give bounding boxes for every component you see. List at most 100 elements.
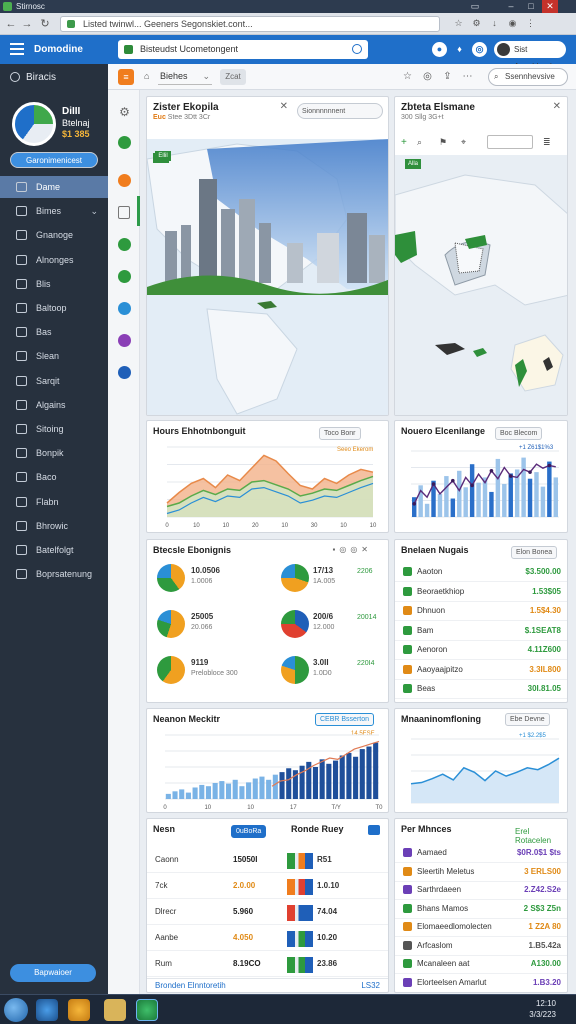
document-icon[interactable]	[118, 206, 130, 219]
active-app-icon[interactable]	[136, 999, 158, 1021]
sidebar-item[interactable]: Bimes ⌄	[0, 200, 108, 222]
sidebar-item[interactable]: Alnonges	[0, 249, 108, 271]
gear-icon[interactable]: ⚙	[118, 106, 131, 119]
sidebar-item[interactable]: Baltoop	[0, 297, 108, 319]
home-icon[interactable]: ⌂	[144, 71, 149, 81]
refresh-icon[interactable]: ↻	[38, 17, 52, 31]
pie-chart[interactable]	[281, 610, 309, 638]
file-app-icon[interactable]	[104, 999, 126, 1021]
sidebar-item[interactable]: Bhrowic	[0, 515, 108, 537]
view-toggle[interactable]	[487, 135, 533, 149]
list-item[interactable]: Elorteelsen Amarlut 1.B3.20	[395, 973, 567, 992]
panel-chip[interactable]: 0uBoRa	[231, 825, 267, 838]
rail-dot-green-icon[interactable]	[118, 270, 131, 283]
table-row[interactable]: Caonn 15050I R51	[147, 849, 388, 873]
area-chart[interactable]: 0 10 10 20 10 30 10 10	[153, 441, 381, 529]
panel-action-button[interactable]: Elon Bonea	[511, 546, 558, 559]
more-icon[interactable]: ⋯	[462, 71, 473, 82]
list-item[interactable]: Beas 30I.81.05	[395, 679, 567, 699]
table-row[interactable]: 7ck 2.0.00 1.0.10	[147, 875, 388, 899]
rail-dot-navy-icon[interactable]	[118, 366, 131, 379]
sidebar-item[interactable]: Bonpik	[0, 442, 108, 464]
list-item[interactable]: Aenoron 4.11Z600	[395, 640, 567, 660]
rail-dot-blue-icon[interactable]	[118, 302, 131, 315]
calendar-icon[interactable]	[368, 825, 380, 835]
bar-line-chart[interactable]	[401, 441, 563, 529]
sidebar-item[interactable]: Flabn	[0, 491, 108, 513]
table-footer-link[interactable]: Bronden Elnntoretih	[155, 981, 226, 990]
sidebar-item[interactable]: Bas	[0, 321, 108, 343]
sidebar-item[interactable]: Sitoing	[0, 418, 108, 440]
sidebar-item[interactable]: Batelfolgt	[0, 539, 108, 561]
list-item[interactable]: Beoraetkhiop 1.53$05	[395, 582, 567, 602]
line-chart[interactable]	[401, 731, 563, 811]
list-item[interactable]: Mcanaleen aat A130.00	[395, 954, 567, 974]
help-icon[interactable]: ♦	[452, 42, 467, 57]
start-button[interactable]	[4, 998, 28, 1022]
address-bar[interactable]: Listed twinwl... Geeners Segonskiet.cont…	[60, 16, 440, 32]
rail-dot-orange-icon[interactable]	[118, 174, 131, 187]
list-item[interactable]: Bhans Mamos 2 S$3 Z5n	[395, 899, 567, 919]
sidebar-item[interactable]: Dame	[0, 176, 108, 198]
panel-icons[interactable]: ▪◎◎✕	[333, 545, 373, 554]
minimize-button[interactable]: –	[504, 0, 518, 13]
grey-button[interactable]: Zcat	[220, 69, 246, 85]
table-footer-right[interactable]: LS32	[361, 981, 380, 990]
sidebar-item[interactable]: Blis	[0, 273, 108, 295]
list-item[interactable]: Bam $.1SEAT8	[395, 621, 567, 641]
profile-button[interactable]: Garonimenicest	[10, 152, 98, 168]
pie-chart[interactable]	[157, 656, 185, 684]
list-item[interactable]: Aaoyaajpitzo 3.3IL800	[395, 660, 567, 680]
add-icon[interactable]: +	[401, 137, 407, 148]
panel-action-button[interactable]: CEBR Bsserton	[315, 713, 375, 726]
hamburger-icon[interactable]	[10, 43, 24, 55]
pie-chart[interactable]	[157, 610, 185, 638]
table-row[interactable]: Rum 8.19CO 23.86	[147, 953, 388, 977]
sidebar-item[interactable]: Algains	[0, 394, 108, 416]
world-map[interactable]	[395, 155, 567, 415]
close-button[interactable]: ✕	[542, 0, 558, 13]
window-tab-icon[interactable]: ▭	[468, 0, 482, 13]
profile-icon[interactable]: ◉	[506, 17, 519, 30]
bookmark-icon[interactable]: ☆	[452, 17, 465, 30]
maximize-button[interactable]: □	[524, 0, 538, 13]
list-item[interactable]: Sleertih Meletus 3 ERLS00	[395, 862, 567, 882]
extensions-icon[interactable]: ⚙	[470, 17, 483, 30]
list-item[interactable]: Arfcaslom 1.B5.42a	[395, 936, 567, 956]
rail-dot-green-icon[interactable]	[118, 136, 131, 149]
pin-icon[interactable]: ⌖	[461, 137, 466, 148]
sidebar-bottom-button[interactable]: Bapwaioer	[10, 964, 96, 982]
pie-chart[interactable]	[281, 656, 309, 684]
list-item[interactable]: Sarthrdaeen 2.Z42.S2e	[395, 880, 567, 900]
pie-chart[interactable]	[157, 564, 185, 592]
list-item[interactable]: Aamaed $0R.0$1 $ts	[395, 843, 567, 863]
menu-toggle-button[interactable]: ≡	[118, 69, 134, 85]
panel-action-button[interactable]: Boc Blecom	[495, 427, 543, 440]
voice-search-icon[interactable]	[352, 44, 362, 54]
flag-icon[interactable]: ⚑	[439, 137, 447, 148]
folder-app-icon[interactable]	[68, 999, 90, 1021]
forward-icon[interactable]: →	[20, 17, 34, 31]
sidebar-item[interactable]: Slean	[0, 345, 108, 367]
close-icon[interactable]: ✕	[553, 101, 561, 112]
pie-chart[interactable]	[281, 564, 309, 592]
search-input[interactable]: Bisteudst Ucometongent	[118, 40, 368, 59]
sidebar-item[interactable]: Boprsatenung	[0, 563, 108, 585]
download-icon[interactable]: ↓	[488, 17, 501, 30]
close-icon[interactable]: ✕	[280, 101, 288, 112]
share-icon[interactable]: ⇪	[442, 71, 453, 82]
panel-action-button[interactable]: Ebe Devne	[505, 713, 550, 726]
star-icon[interactable]: ☆	[402, 71, 413, 82]
list-item[interactable]: Elomaeedlomolecten 1 Z2A 80	[395, 917, 567, 937]
table-row[interactable]: Aanbe 4.050 10.20	[147, 927, 388, 951]
bar-chart[interactable]: 0 10 10 17 T/Y T0	[153, 729, 383, 811]
table-row[interactable]: Dlrecr 5.960 74.04	[147, 901, 388, 925]
browser-app-icon[interactable]	[36, 999, 58, 1021]
rail-dot-green-icon[interactable]	[118, 238, 131, 251]
profile-avatar[interactable]	[12, 102, 56, 146]
world-map[interactable]	[147, 139, 388, 415]
user-menu[interactable]: Sist Aacabbeel	[494, 41, 566, 71]
sidebar-item[interactable]: Sarqit	[0, 370, 108, 392]
list-item[interactable]: Dhnuon 1.5$4.30	[395, 601, 567, 621]
sidebar-item[interactable]: Gnanoge	[0, 224, 108, 246]
